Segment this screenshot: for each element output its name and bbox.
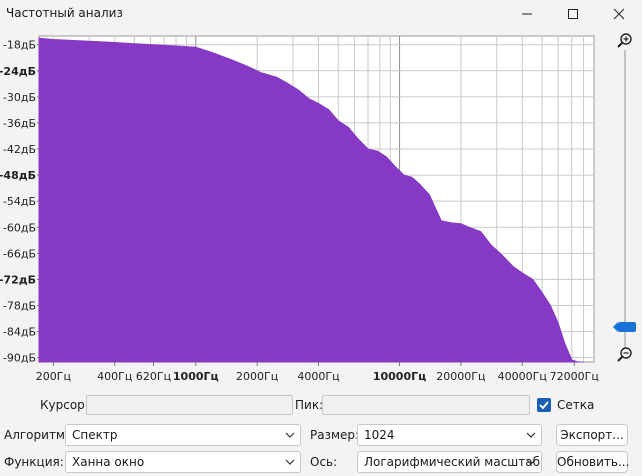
- y-tick-label: -66дБ: [3, 247, 36, 260]
- x-tick-label: 400Гц: [97, 370, 132, 383]
- close-icon: [613, 8, 625, 20]
- size-label: Размер:: [310, 428, 360, 442]
- y-tick-label: -90дБ: [3, 352, 36, 365]
- x-tick-label: 200Гц: [36, 370, 71, 383]
- spectrum-chart: -18дБ -24дБ -30дБ -36дБ -42дБ -48дБ -54дБ -60дБ…: [0, 35, 599, 383]
- x-tick-label: 620Гц: [136, 370, 171, 383]
- algorithm-select[interactable]: Спектр: [65, 424, 301, 446]
- y-tick-label: -42дБ: [3, 143, 36, 156]
- y-tick-label: -36дБ: [3, 117, 36, 130]
- axis-select[interactable]: Логарифмический масштаб: [357, 451, 542, 473]
- function-select-value: Ханна окно: [72, 455, 145, 469]
- function-select[interactable]: Ханна окно: [65, 451, 301, 473]
- checkmark-icon: [539, 401, 549, 410]
- axis-label: Ось:: [310, 455, 338, 469]
- y-tick-label: -78дБ: [3, 299, 36, 312]
- zoom-slider-track[interactable]: [624, 50, 626, 348]
- grid-label: Сетка: [557, 398, 595, 412]
- y-tick-label: -54дБ: [3, 195, 36, 208]
- function-row: Функция: Ханна окно Ось: Логарифмический…: [0, 450, 642, 476]
- y-tick-label: -72дБ: [0, 273, 36, 286]
- x-tick-label: 72000Гц: [550, 370, 599, 383]
- cursor-value-field: [86, 395, 293, 415]
- refresh-button[interactable]: Обновить...: [556, 451, 629, 473]
- algorithm-select-value: Спектр: [72, 428, 118, 442]
- x-tick-label: 40000Гц: [498, 370, 547, 383]
- grid-checkbox[interactable]: [537, 398, 551, 412]
- chevron-down-icon: [285, 432, 295, 438]
- zoom-slider-thumb[interactable]: [613, 322, 636, 332]
- maximize-button[interactable]: [550, 0, 596, 28]
- algorithm-row: Алгоритм: Спектр Размер: 1024 Экспорт...: [0, 423, 642, 449]
- window-title: Частотный анализ: [6, 6, 123, 20]
- peak-label: Пик:: [295, 398, 324, 412]
- x-tick-label: 4000Гц: [297, 370, 339, 383]
- algorithm-label: Алгоритм:: [4, 428, 70, 442]
- spectrum-plot[interactable]: -18дБ -24дБ -30дБ -36дБ -42дБ -48дБ -54дБ -60дБ…: [0, 28, 600, 388]
- export-button[interactable]: Экспорт...: [556, 424, 628, 446]
- zoom-panel: [608, 28, 642, 368]
- maximize-icon: [568, 9, 578, 19]
- axis-select-value: Логарифмический масштаб: [364, 455, 541, 469]
- y-tick-label: -48дБ: [0, 169, 36, 182]
- y-tick-label: -24дБ: [0, 65, 36, 78]
- function-label: Функция:: [4, 455, 64, 469]
- zoom-in-icon[interactable]: [616, 32, 634, 50]
- y-tick-label: -60дБ: [3, 221, 36, 234]
- title-bar: Частотный анализ: [0, 0, 642, 28]
- close-button[interactable]: [596, 0, 642, 28]
- minimize-button[interactable]: [504, 0, 550, 28]
- peak-value-field: [322, 395, 530, 415]
- x-tick-label: 20000Гц: [436, 370, 485, 383]
- chevron-down-icon: [526, 432, 536, 438]
- y-tick-label: -30дБ: [3, 91, 36, 104]
- zoom-out-icon[interactable]: [616, 346, 634, 364]
- chevron-down-icon: [285, 459, 295, 465]
- size-select-value: 1024: [364, 428, 395, 442]
- x-tick-label: 2000Гц: [236, 370, 278, 383]
- y-tick-label: -18дБ: [3, 39, 36, 52]
- y-tick-label: -84дБ: [3, 326, 36, 339]
- size-select[interactable]: 1024: [357, 424, 542, 446]
- x-tick-label: 10000Гц: [373, 370, 426, 383]
- cursor-label: Курсор:: [40, 398, 89, 412]
- x-tick-label: 1000Гц: [173, 370, 219, 383]
- chevron-down-icon: [526, 459, 536, 465]
- cursor-row: Курсор: Пик: Сетка: [0, 393, 642, 419]
- minimize-icon: [522, 13, 532, 15]
